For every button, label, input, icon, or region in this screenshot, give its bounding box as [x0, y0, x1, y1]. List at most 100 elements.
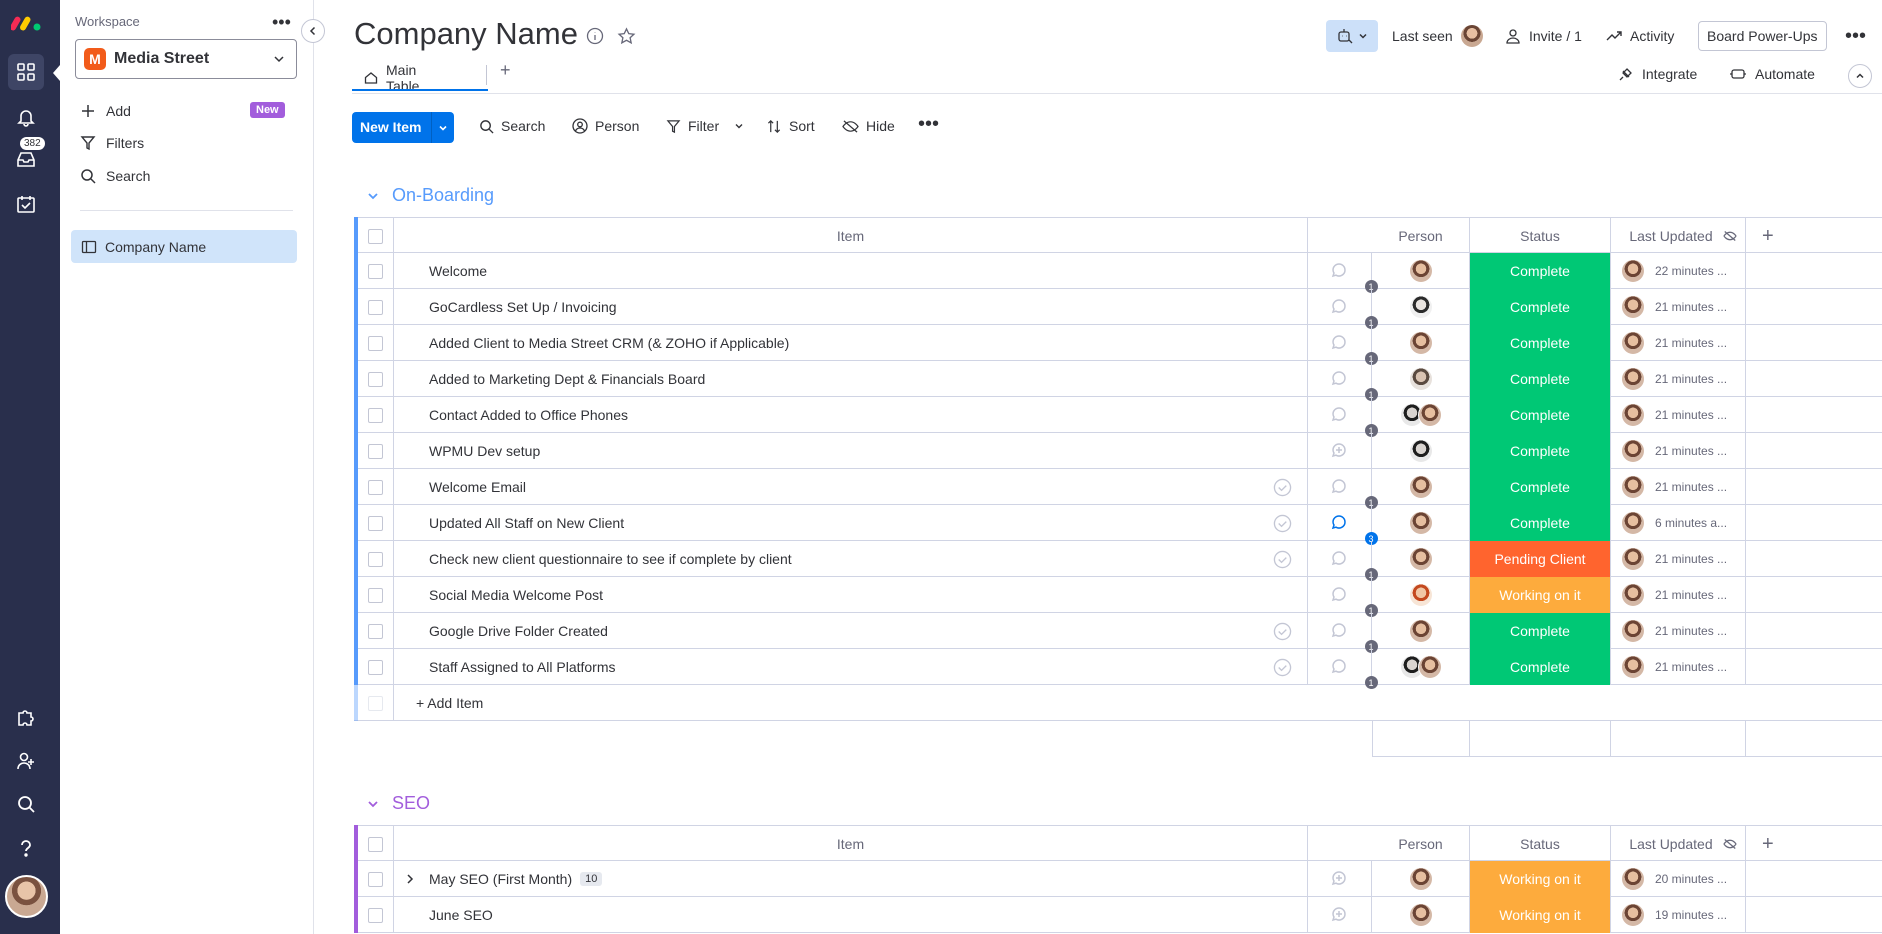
column-header-person[interactable]: Person	[1372, 826, 1470, 862]
item-name-cell[interactable]: Check new client questionnaire to see if…	[394, 541, 1308, 577]
status-cell[interactable]: Complete	[1470, 325, 1611, 361]
updates-bubble-icon[interactable]: 1	[1308, 289, 1378, 329]
updates-bubble-icon[interactable]	[1308, 897, 1372, 933]
status-cell[interactable]: Complete	[1470, 289, 1611, 325]
updates-bubble-icon[interactable]: 1	[1308, 541, 1378, 581]
status-cell[interactable]: Complete	[1470, 469, 1611, 505]
invite-button[interactable]: Invite / 1	[1505, 20, 1582, 52]
apps-puzzle-icon[interactable]	[12, 703, 40, 731]
person-cell[interactable]	[1372, 613, 1470, 649]
table-row[interactable]: Google Drive Folder Created 1 Complete 2…	[354, 612, 1882, 653]
select-all-checkbox[interactable]	[358, 826, 394, 862]
table-row[interactable]: Contact Added to Office Phones 1 Complet…	[354, 396, 1882, 437]
item-name-cell[interactable]: May SEO (First Month) 10	[394, 861, 1308, 897]
status-cell[interactable]: Working on it	[1470, 897, 1611, 933]
status-cell[interactable]: Complete	[1470, 253, 1611, 289]
my-work-calendar-icon[interactable]	[12, 190, 40, 218]
updates-bubble-icon[interactable]: 1	[1308, 253, 1378, 293]
expand-subitems-chevron-icon[interactable]	[404, 873, 416, 885]
workspace-dropdown[interactable]: M Media Street	[75, 39, 297, 79]
person-cell[interactable]	[1372, 577, 1470, 613]
last-updated-cell[interactable]: 21 minutes ...	[1611, 649, 1746, 685]
chevron-down-icon[interactable]	[734, 121, 744, 131]
status-cell[interactable]: Working on it	[1470, 861, 1611, 897]
select-all-checkbox[interactable]	[358, 218, 394, 254]
group-title-onboarding[interactable]: On-Boarding	[392, 185, 494, 206]
updates-bubble-icon[interactable]: 3	[1308, 505, 1378, 545]
last-updated-cell[interactable]: 21 minutes ...	[1611, 325, 1746, 361]
row-checkbox[interactable]	[358, 577, 394, 613]
item-name-cell[interactable]: Added Client to Media Street CRM (& ZOHO…	[394, 325, 1308, 361]
person-cell[interactable]	[1372, 505, 1470, 541]
notifications-bell-icon[interactable]	[12, 103, 40, 131]
table-row[interactable]: Welcome Email 1 Complete 21 minutes ...	[354, 468, 1882, 509]
person-cell[interactable]	[1372, 433, 1470, 469]
updates-bubble-icon[interactable]	[1308, 433, 1372, 469]
collapse-header-button[interactable]	[1848, 64, 1872, 88]
item-name-cell[interactable]: Social Media Welcome Post	[394, 577, 1308, 613]
toolbar-hide-button[interactable]: Hide	[842, 118, 895, 134]
group-collapse-chevron-icon[interactable]	[366, 189, 380, 203]
table-row[interactable]: Added Client to Media Street CRM (& ZOHO…	[354, 324, 1882, 365]
info-icon[interactable]	[586, 27, 604, 45]
automate-button[interactable]: Automate	[1729, 66, 1815, 82]
table-row[interactable]: Added to Marketing Dept & Financials Boa…	[354, 360, 1882, 401]
item-name-cell[interactable]: Contact Added to Office Phones	[394, 397, 1308, 433]
status-cell[interactable]: Complete	[1470, 397, 1611, 433]
last-updated-cell[interactable]: 21 minutes ...	[1611, 361, 1746, 397]
board-item-company-name[interactable]: Company Name	[71, 230, 297, 263]
updates-bubble-icon[interactable]: 1	[1308, 613, 1378, 653]
page-title[interactable]: Company Name	[354, 16, 578, 52]
item-name-cell[interactable]: June SEO	[394, 897, 1308, 933]
updates-bubble-icon[interactable]: 1	[1308, 469, 1378, 509]
updates-bubble-icon[interactable]	[1308, 861, 1372, 897]
item-name-cell[interactable]: GoCardless Set Up / Invoicing	[394, 289, 1308, 325]
table-row[interactable]: June SEO Working on it 19 minutes ...	[354, 896, 1882, 933]
row-checkbox[interactable]	[358, 861, 394, 897]
toolbar-filter-button[interactable]: Filter	[666, 118, 744, 134]
person-cell[interactable]	[1372, 253, 1470, 289]
column-header-item[interactable]: Item	[394, 218, 1308, 254]
row-checkbox[interactable]	[358, 505, 394, 541]
work-management-icon[interactable]	[8, 54, 44, 90]
item-name-cell[interactable]: Welcome Email	[394, 469, 1308, 505]
item-name-cell[interactable]: Updated All Staff on New Client	[394, 505, 1308, 541]
last-updated-cell[interactable]: 21 minutes ...	[1611, 397, 1746, 433]
updates-bubble-icon[interactable]: 1	[1308, 577, 1378, 617]
item-name-cell[interactable]: Added to Marketing Dept & Financials Boa…	[394, 361, 1308, 397]
column-header-item[interactable]: Item	[394, 826, 1308, 862]
table-row[interactable]: Welcome 1 Complete 22 minutes ...	[354, 252, 1882, 293]
board-more-icon[interactable]: •••	[1845, 20, 1866, 52]
collapse-panel-button[interactable]	[301, 19, 325, 43]
column-header-last-updated[interactable]: Last Updated	[1611, 218, 1746, 254]
table-row[interactable]: Social Media Welcome Post 1 Working on i…	[354, 576, 1882, 617]
last-updated-cell[interactable]: 22 minutes ...	[1611, 253, 1746, 289]
table-row[interactable]: May SEO (First Month) 10 Working on it 20…	[354, 860, 1882, 897]
updates-bubble-icon[interactable]: 1	[1308, 397, 1378, 437]
column-header-status[interactable]: Status	[1470, 218, 1611, 254]
row-checkbox[interactable]	[358, 541, 394, 577]
toolbar-more-icon[interactable]: •••	[918, 113, 939, 136]
updates-bubble-icon[interactable]: 1	[1308, 649, 1378, 689]
updates-bubble-icon[interactable]: 1	[1308, 361, 1378, 401]
person-cell[interactable]	[1372, 325, 1470, 361]
row-checkbox[interactable]	[358, 361, 394, 397]
row-checkbox[interactable]	[358, 613, 394, 649]
row-checkbox[interactable]	[358, 397, 394, 433]
last-updated-cell[interactable]: 19 minutes ...	[1611, 897, 1746, 933]
last-updated-cell[interactable]: 21 minutes ...	[1611, 289, 1746, 325]
person-cell[interactable]	[1372, 649, 1470, 685]
updates-bubble-icon[interactable]: 1	[1308, 325, 1378, 365]
add-column-button[interactable]: +	[1746, 826, 1882, 862]
column-header-last-updated[interactable]: Last Updated	[1611, 826, 1746, 862]
person-cell[interactable]	[1372, 897, 1470, 933]
search-button[interactable]: Search	[80, 164, 150, 188]
toolbar-search-button[interactable]: Search	[479, 118, 545, 134]
last-seen-button[interactable]: Last seen	[1392, 20, 1483, 52]
chevron-down-icon[interactable]	[432, 123, 454, 133]
column-header-status[interactable]: Status	[1470, 826, 1611, 862]
group-title-seo[interactable]: SEO	[392, 793, 430, 814]
filters-button[interactable]: Filters	[80, 131, 144, 155]
help-icon[interactable]	[12, 834, 40, 862]
row-checkbox[interactable]	[358, 325, 394, 361]
